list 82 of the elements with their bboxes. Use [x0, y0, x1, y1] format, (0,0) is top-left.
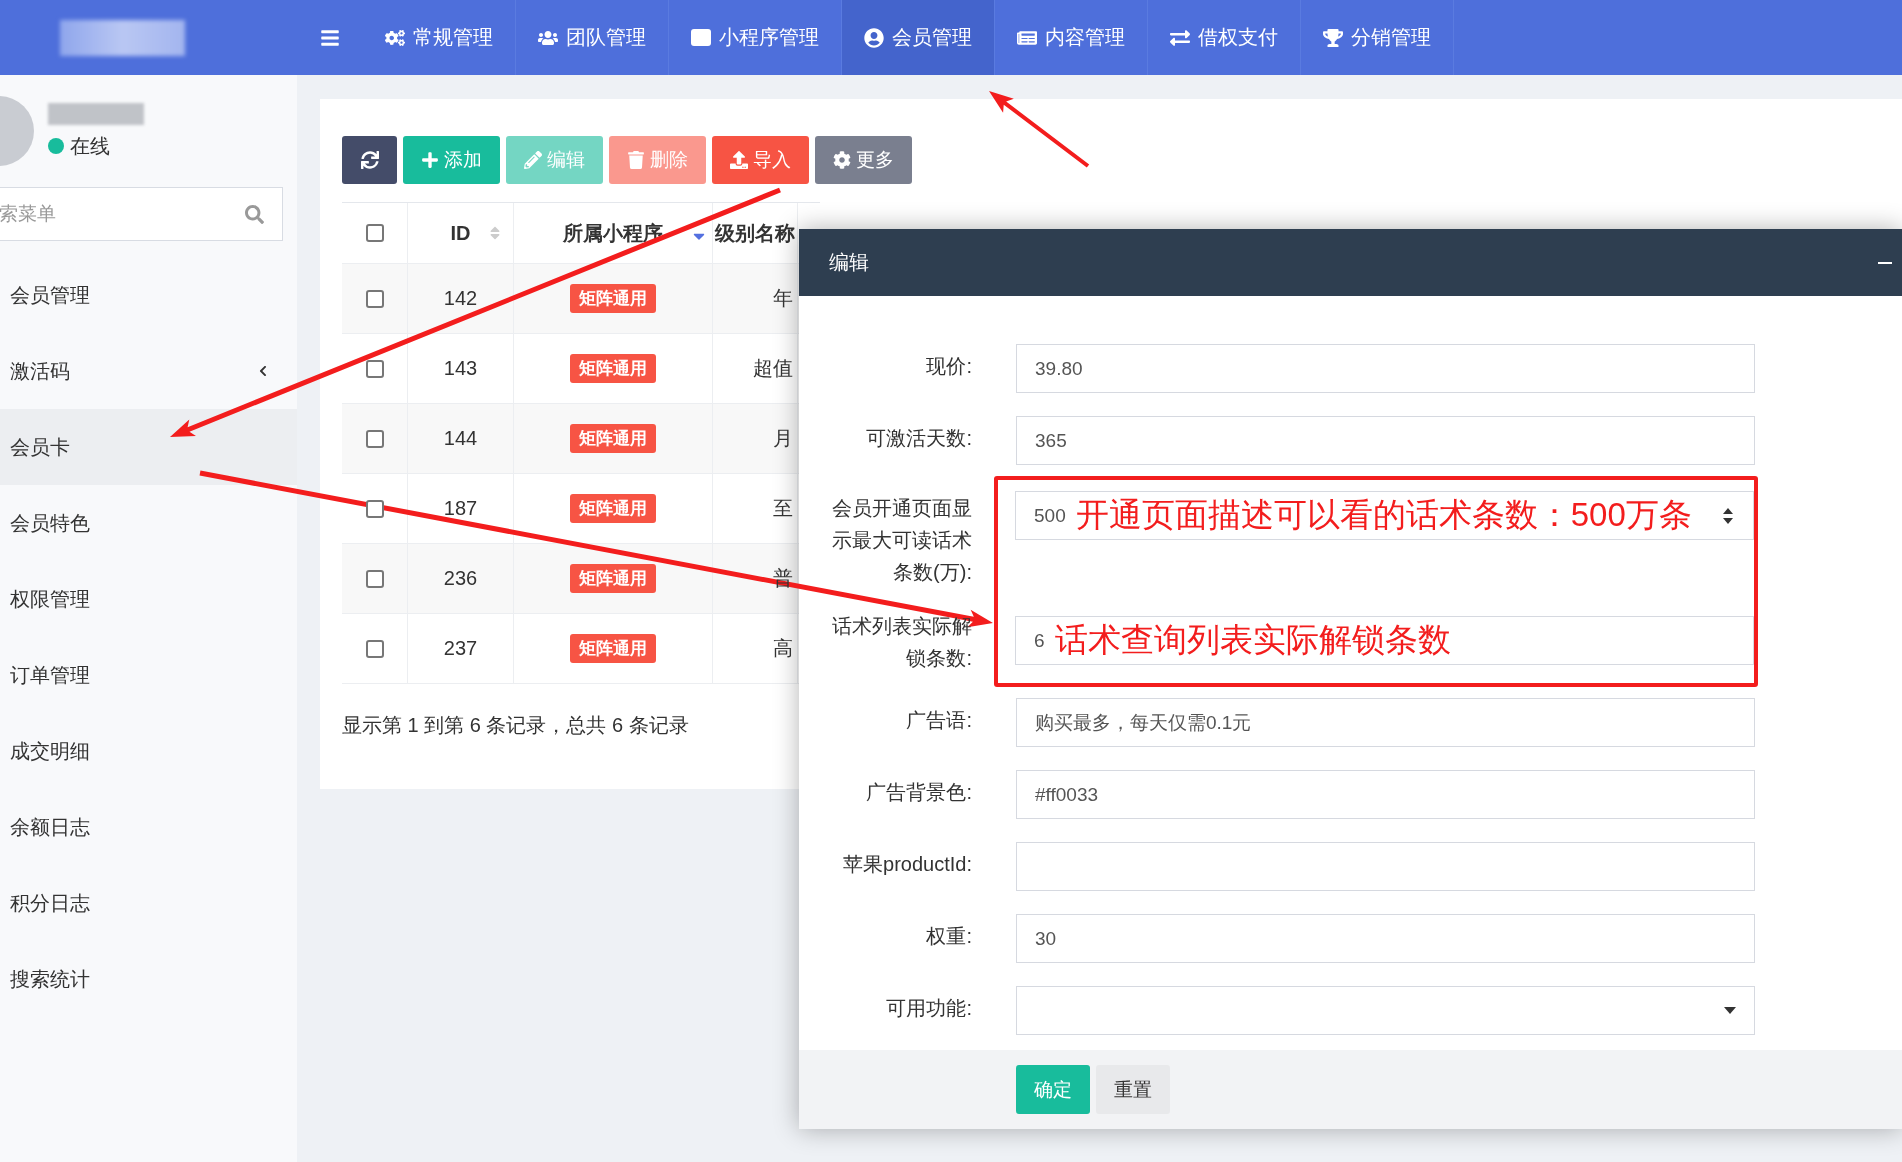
upload-icon	[730, 151, 748, 169]
pagination-info: 显示第 1 到第 6 条记录，总共 6 条记录	[342, 713, 689, 738]
arrows-icon	[1170, 27, 1190, 48]
table-cell-text: 高	[772, 636, 794, 661]
field-label: 可用功能:	[885, 996, 972, 1021]
input-field[interactable]: 购买最多，每天仅需0.1元	[1016, 698, 1755, 747]
search-icon	[245, 204, 264, 224]
field-label: 权重:	[925, 924, 972, 949]
app-tag: 矩阵通用	[570, 494, 656, 523]
row-checkbox[interactable]	[365, 639, 384, 658]
field-label: 苹果productId:	[842, 852, 972, 877]
column-header[interactable]: 级别名称	[715, 219, 795, 247]
app-tag: 矩阵通用	[570, 424, 656, 453]
sidebar-item[interactable]: 会员特色	[0, 485, 297, 561]
table-cell: 236	[443, 567, 478, 590]
input-field[interactable]: 6 话术查询列表实际解锁条数	[1015, 616, 1754, 665]
input-field[interactable]: 500 开通页面描述可以看的话术条数：500万条	[1015, 491, 1754, 540]
table-cell: 144	[443, 427, 478, 450]
refresh-icon	[360, 151, 379, 169]
nav-tab[interactable]: 会员管理	[842, 0, 995, 75]
app-tag: 矩阵通用	[570, 354, 656, 383]
trash-icon	[627, 151, 645, 169]
row-checkbox[interactable]	[365, 499, 384, 518]
pencil-icon	[524, 151, 542, 169]
refresh-button[interactable]	[342, 136, 397, 184]
plus-icon	[421, 151, 439, 169]
input-field[interactable]: 30	[1016, 914, 1755, 963]
nav-tab[interactable]: 团队管理	[516, 0, 669, 75]
sidebar-item[interactable]: 会员管理	[0, 257, 297, 333]
row-checkbox[interactable]	[365, 359, 384, 378]
table-cell-text: 超值	[752, 356, 794, 381]
table-cell: 237	[443, 637, 478, 660]
dialog-title: 编辑	[829, 250, 869, 275]
table-cell: 142	[443, 287, 478, 310]
field-label: 话术列表实际解锁条数:	[831, 613, 972, 671]
input-field[interactable]: #ff0033	[1016, 770, 1755, 819]
annotation-text: 开通页面描述可以看的话术条数：500万条	[1075, 495, 1693, 535]
gears-icon	[385, 27, 405, 48]
app-tag: 矩阵通用	[570, 634, 656, 663]
row-checkbox[interactable]	[365, 429, 384, 448]
sidebar-item[interactable]: 激活码	[0, 333, 297, 409]
app-tag: 矩阵通用	[570, 564, 656, 593]
app-tag: 矩阵通用	[570, 284, 656, 313]
trophy-icon	[1323, 27, 1343, 48]
sidebar-item[interactable]: 余额日志	[0, 789, 297, 865]
table-cell-text: 年	[772, 286, 794, 311]
table-cell-text: 至	[772, 496, 794, 521]
input-field[interactable]: 39.80	[1016, 344, 1755, 393]
annotation-text: 话术查询列表实际解锁条数	[1054, 620, 1452, 660]
select-all-checkbox[interactable]	[365, 224, 384, 242]
nav-tab[interactable]: 常规管理	[363, 0, 516, 75]
input-field[interactable]	[1016, 842, 1755, 891]
caret-icon	[1724, 1007, 1736, 1014]
sidebar-item[interactable]: 会员卡	[0, 409, 297, 485]
row-checkbox[interactable]	[365, 569, 384, 588]
sidebar-item[interactable]: 积分日志	[0, 865, 297, 941]
select-field[interactable]	[1016, 986, 1755, 1035]
gear-icon	[833, 151, 851, 169]
column-header[interactable]: ID	[450, 221, 471, 245]
field-label: 可激活天数:	[865, 426, 972, 451]
reset-button[interactable]: 重置	[1096, 1065, 1170, 1114]
more-button[interactable]: 更多	[815, 136, 912, 184]
row-checkbox[interactable]	[365, 289, 384, 308]
chevron-icon	[257, 365, 269, 377]
sidebar-item[interactable]: 搜索统计	[0, 941, 297, 1017]
status-text: 在线	[70, 133, 110, 159]
table-cell-text: 月	[772, 426, 794, 451]
mp-icon	[691, 29, 711, 46]
menu-icon	[320, 27, 340, 48]
input-field[interactable]: 365	[1016, 416, 1755, 465]
nav-tab[interactable]: 借权支付	[1148, 0, 1301, 75]
field-label: 会员开通页面显示最大可读话术条数(万):	[831, 496, 972, 585]
nav-tab[interactable]: 分销管理	[1301, 0, 1454, 75]
nav-tab[interactable]: 内容管理	[995, 0, 1148, 75]
table-cell: 143	[443, 357, 478, 380]
sidebar-item[interactable]: 权限管理	[0, 561, 297, 637]
sidebar-item[interactable]: 成交明细	[0, 713, 297, 789]
field-label: 广告背景色:	[865, 780, 972, 805]
table-cell: 187	[443, 497, 478, 520]
sidebar-item[interactable]: 订单管理	[0, 637, 297, 713]
field-label: 广告语:	[905, 708, 972, 733]
field-label: 现价:	[925, 354, 972, 379]
